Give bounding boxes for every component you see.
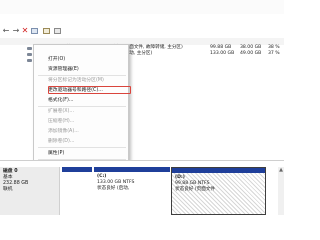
volume-icon	[27, 46, 32, 50]
menu-separator	[38, 75, 126, 76]
menu-item-open[interactable]: 打开(O)	[48, 57, 65, 63]
column-header-free[interactable]	[240, 38, 284, 45]
properties-icon[interactable]	[31, 28, 38, 34]
volume-icon	[27, 52, 32, 56]
partition-stripe	[62, 167, 92, 172]
back-arrow-icon[interactable]: ←	[2, 27, 10, 35]
menu-item-extend-volume[interactable]: 扩展卷(X)...	[48, 109, 74, 115]
scroll-up-icon[interactable]: ▲	[278, 167, 284, 173]
partition-c[interactable]: (C:) 133.00 GB NTFS 状态良好 (启动,	[94, 167, 170, 215]
column-header-capacity[interactable]	[210, 38, 241, 45]
menu-separator	[38, 106, 126, 107]
partition-status: 状态良好 (页面文件	[175, 187, 216, 192]
context-menu: 打开(O) 资源管理器(E) 将分区标记为活动分区(M) 更改驱动器号和路径(C…	[33, 44, 129, 175]
disk-state: 联机	[3, 187, 13, 192]
partition-reserved[interactable]	[62, 167, 92, 215]
menu-bar	[0, 0, 284, 14]
delete-icon[interactable]: ✕	[21, 27, 29, 35]
help-icon[interactable]	[43, 28, 50, 34]
menu-item-shrink-volume[interactable]: 压缩卷(H)...	[48, 119, 74, 125]
partition-status: 状态良好 (启动,	[97, 186, 130, 191]
menu-item-explore[interactable]: 资源管理器(E)	[48, 67, 79, 73]
vertical-scrollbar[interactable]	[278, 167, 284, 215]
menu-item-mark-active[interactable]: 将分区标记为活动分区(M)	[48, 78, 104, 84]
disk-label[interactable]: 磁盘 0 基本 232.88 GB 联机	[0, 167, 60, 215]
highlight-box	[48, 86, 131, 94]
menu-item-properties[interactable]: 属性(P)	[48, 151, 64, 157]
menu-separator	[38, 147, 126, 148]
menu-item-format[interactable]: 格式化(F)...	[48, 98, 73, 104]
menu-item-delete-volume[interactable]: 删除卷(D)...	[48, 139, 74, 145]
partition-d[interactable]: (D:) 99.88 GB NTFS 状态良好 (页面文件	[171, 167, 266, 215]
menu-item-add-mirror[interactable]: 添加镜像(A)...	[48, 129, 79, 135]
forward-arrow-icon[interactable]: →	[12, 27, 20, 35]
view-icon[interactable]	[54, 28, 61, 34]
volume-icon	[27, 58, 32, 62]
toolbar: ← → ✕	[0, 14, 284, 39]
partition-stripe	[94, 167, 170, 172]
selected-hatch	[172, 173, 265, 214]
